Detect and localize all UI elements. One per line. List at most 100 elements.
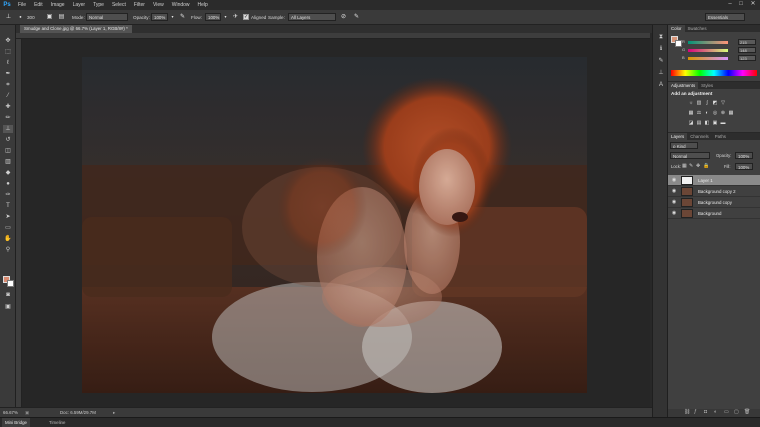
blur-tool-icon[interactable]: ◆ [3, 169, 13, 177]
lasso-tool-icon[interactable]: ℓ [3, 59, 13, 67]
quick-selection-tool-icon[interactable]: ✒ [3, 70, 13, 78]
blue-value[interactable]: 123 [738, 55, 756, 61]
layer-row[interactable]: ◉ Background copy [668, 197, 760, 208]
tab-channels[interactable]: Channels [687, 133, 712, 140]
crop-tool-icon[interactable]: ⌗ [3, 81, 13, 89]
new-group-icon[interactable]: ▭ [724, 409, 729, 415]
properties-panel-icon[interactable]: ℹ [656, 45, 666, 53]
tab-swatches[interactable]: Swatches [685, 25, 710, 32]
eyedropper-tool-icon[interactable]: ⁄ [3, 92, 13, 100]
red-track[interactable] [688, 41, 728, 44]
close-button[interactable]: ✕ [749, 1, 757, 8]
color-balance-icon[interactable]: ⚖ [696, 110, 702, 116]
ignore-adjustment-layers-icon[interactable]: ⊘ [339, 13, 348, 21]
brush-size-picker[interactable]: ● [16, 13, 25, 21]
visibility-eye-icon[interactable]: ◉ [671, 188, 677, 195]
clone-stamp-tool-icon[interactable]: ⊥ [3, 125, 13, 133]
gradient-tool-icon[interactable]: ▥ [3, 158, 13, 166]
flow-input[interactable]: 100% [205, 13, 221, 21]
curves-icon[interactable]: ∫ [704, 100, 710, 106]
sample-select[interactable]: All Layers [288, 13, 336, 21]
marquee-tool-icon[interactable]: ⬚ [3, 48, 13, 56]
menu-image[interactable]: Image [47, 2, 69, 8]
tab-layers[interactable]: Layers [668, 133, 688, 140]
tablet-pressure-size-icon[interactable]: ✎ [352, 13, 361, 21]
menu-help[interactable]: Help [194, 2, 212, 8]
menu-edit[interactable]: Edit [30, 2, 47, 8]
document-tab[interactable]: Smudge and Clone.jpg @ 66.7% (Layer 1, R… [20, 25, 132, 33]
vibrance-icon[interactable]: ▽ [720, 100, 726, 106]
type-tool-icon[interactable]: T [3, 202, 13, 210]
flow-dropdown-icon[interactable]: ▾ [221, 13, 230, 21]
lock-position-icon[interactable]: ✥ [696, 163, 700, 169]
channel-mixer-icon[interactable]: ⊛ [720, 110, 726, 116]
workspace-select[interactable]: Essentials [705, 13, 745, 21]
green-track[interactable] [688, 49, 728, 52]
pen-tool-icon[interactable]: ✑ [3, 191, 13, 199]
layer-opacity-input[interactable]: 100% [735, 152, 753, 159]
eraser-tool-icon[interactable]: ◫ [3, 147, 13, 155]
background-color-swatch[interactable] [7, 280, 14, 287]
new-adjustment-icon[interactable]: ◐ [714, 409, 717, 415]
character-panel-icon[interactable]: A [656, 81, 666, 89]
color-lookup-icon[interactable]: ▦ [728, 110, 734, 116]
brush-panel-icon[interactable]: ✎ [656, 57, 666, 65]
shape-tool-icon[interactable]: ▭ [3, 224, 13, 232]
layer-row[interactable]: ◉ Background [668, 208, 760, 219]
screen-mode-icon[interactable]: ▣ [3, 303, 13, 311]
levels-icon[interactable]: ▥ [696, 100, 702, 106]
dodge-tool-icon[interactable]: ● [3, 180, 13, 188]
brightness-contrast-icon[interactable]: ☼ [688, 100, 694, 106]
link-layers-icon[interactable]: ⛓ [684, 409, 690, 415]
green-value[interactable]: 148 [738, 47, 756, 53]
visibility-eye-icon[interactable]: ◉ [671, 177, 677, 184]
hue-saturation-icon[interactable]: ▦ [688, 110, 694, 116]
layer-name[interactable]: Layer 1 [698, 175, 713, 186]
black-white-icon[interactable]: ◐ [704, 110, 710, 116]
layer-name[interactable]: Background copy 2 [698, 186, 736, 197]
lock-all-icon[interactable]: 🔒 [703, 163, 709, 169]
tab-color[interactable]: Color [668, 25, 685, 32]
posterize-icon[interactable]: ▤ [696, 120, 702, 126]
airbrush-icon[interactable]: ✈ [231, 13, 240, 21]
clone-source-icon[interactable]: ▣ [45, 13, 54, 21]
invert-icon[interactable]: ◪ [688, 120, 694, 126]
move-tool-icon[interactable]: ✥ [3, 37, 13, 45]
layer-name[interactable]: Background copy [698, 197, 732, 208]
menu-window[interactable]: Window [168, 2, 194, 8]
quick-mask-icon[interactable]: ◙ [3, 291, 13, 299]
opacity-input[interactable]: 100% [151, 13, 168, 21]
document-image[interactable] [82, 57, 587, 393]
gradient-map-icon[interactable]: ▬ [720, 120, 726, 126]
menu-view[interactable]: View [149, 2, 168, 8]
blue-track[interactable] [688, 57, 728, 60]
tablet-pressure-opacity-icon[interactable]: ✎ [178, 13, 187, 21]
menu-layer[interactable]: Layer [69, 2, 90, 8]
opacity-dropdown-icon[interactable]: ▾ [168, 13, 177, 21]
tab-timeline[interactable]: Timeline [46, 418, 68, 427]
selective-color-icon[interactable]: ▣ [712, 120, 718, 126]
threshold-icon[interactable]: ◧ [704, 120, 710, 126]
brush-panel-icon[interactable]: ▤ [57, 13, 66, 21]
layer-row[interactable]: ◉ Background copy 2 [668, 186, 760, 197]
layer-name[interactable]: Background [698, 208, 721, 219]
lock-pixels-icon[interactable]: ✎ [689, 163, 693, 169]
tab-adjustments[interactable]: Adjustments [668, 82, 699, 89]
visibility-eye-icon[interactable]: ◉ [671, 199, 677, 206]
mode-select[interactable]: Normal [86, 13, 128, 21]
hand-tool-icon[interactable]: ✋ [3, 235, 13, 243]
tab-styles[interactable]: Styles [698, 82, 716, 89]
new-layer-icon[interactable]: ▢ [734, 409, 739, 415]
clone-source-panel-icon[interactable]: ⊥ [656, 69, 666, 77]
visibility-eye-icon[interactable]: ◉ [671, 210, 677, 217]
path-selection-tool-icon[interactable]: ➤ [3, 213, 13, 221]
tab-paths[interactable]: Paths [712, 133, 729, 140]
layer-style-icon[interactable]: ƒ [694, 409, 697, 415]
maximize-button[interactable]: □ [737, 1, 745, 8]
aligned-checkbox[interactable]: ✓ [243, 14, 249, 20]
history-panel-icon[interactable]: ⧗ [656, 33, 666, 41]
healing-brush-tool-icon[interactable]: ✚ [3, 103, 13, 111]
menu-file[interactable]: File [14, 2, 30, 8]
color-panel-background-swatch[interactable] [675, 40, 682, 47]
photo-filter-icon[interactable]: ◎ [712, 110, 718, 116]
